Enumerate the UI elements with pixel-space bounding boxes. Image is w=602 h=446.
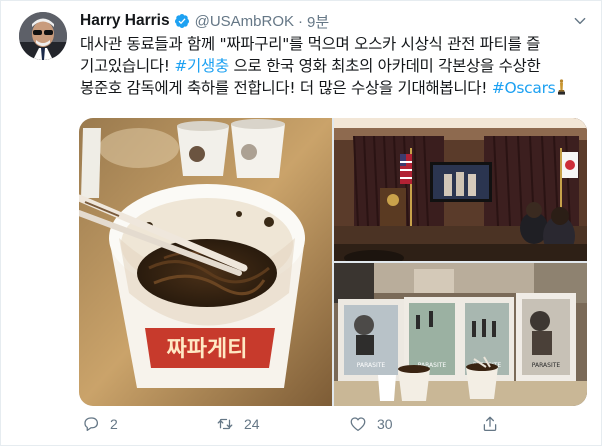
tweet-text-line-2: 기고있습니다! #기생충 으로 한국 영화 최초의 아카데미 각본상을 수상한 (80, 55, 588, 77)
share-icon (483, 416, 497, 432)
media-grid: 짜파게티 PARASITE PARASITE PARASITE (79, 118, 587, 406)
verified-badge-icon (174, 14, 189, 28)
oscar-statuette-icon (558, 79, 566, 95)
heart-icon (350, 417, 366, 432)
retweet-count: 24 (244, 416, 260, 432)
chevron-down-icon[interactable] (573, 14, 587, 28)
tweet-header: Harry Harris @USAmbROK · 9분 (80, 10, 329, 32)
reply-button[interactable]: 2 (82, 415, 118, 433)
tweet-text-segment: 기고있습니다! (80, 57, 175, 75)
like-button[interactable]: 30 (349, 415, 393, 433)
cup-label-text: 짜파게티 (167, 337, 248, 362)
hashtag-oscars-link[interactable]: #Oscars (492, 79, 556, 97)
retweet-button[interactable]: 24 (216, 415, 260, 433)
photo-jjapaguri-image: 짜파게티 (79, 118, 332, 406)
header-separator: · (298, 12, 304, 30)
photo-embassy-image (334, 118, 587, 261)
hashtag-parasite-link[interactable]: #기생충 (174, 57, 229, 75)
tweet-actions: 2 24 30 (79, 415, 579, 439)
reply-icon (84, 417, 99, 432)
photo-parasite-posters[interactable]: PARASITE PARASITE PARASITE PARASITE (334, 263, 587, 406)
poster-title-text: PARASITE (357, 362, 386, 369)
tweet-text-segment: 봉준호 감독에게 축하를 전합니다! 더 많은 수상을 기대해봅니다! (80, 79, 492, 97)
photo-posters-image: PARASITE PARASITE PARASITE PARASITE (334, 263, 587, 406)
tweet-text-segment: 대사관 동료들과 함께 "짜파구리"를 먹으며 오스카 시상식 관전 파티를 즐 (80, 35, 541, 53)
tweet-timestamp[interactable]: 9분 (307, 11, 329, 32)
author-handle[interactable]: @USAmbROK (195, 13, 294, 30)
poster-title-text: PARASITE (532, 362, 561, 369)
share-button[interactable] (481, 415, 499, 433)
photo-jjapaguri-cup[interactable]: 짜파게티 (79, 118, 332, 406)
reply-count: 2 (110, 416, 118, 432)
tweet-text-line-3: 봉준호 감독에게 축하를 전합니다! 더 많은 수상을 기대해봅니다! #Osc… (80, 77, 588, 99)
tweet-text-line-1: 대사관 동료들과 함께 "짜파구리"를 먹으며 오스카 시상식 관전 파티를 즐 (80, 33, 588, 55)
avatar[interactable] (19, 12, 67, 60)
tweet-text-segment: 으로 한국 영화 최초의 아카데미 각본상을 수상한 (228, 57, 541, 75)
retweet-icon (217, 418, 233, 430)
avatar-image (19, 12, 67, 60)
author-name[interactable]: Harry Harris (80, 12, 170, 30)
tweet-text: 대사관 동료들과 함께 "짜파구리"를 먹으며 오스카 시상식 관전 파티를 즐… (80, 33, 588, 99)
like-count: 30 (377, 416, 393, 432)
photo-embassy-viewing[interactable] (334, 118, 587, 261)
tweet-card[interactable]: Harry Harris @USAmbROK · 9분 대사관 동료들과 함께 … (0, 0, 602, 446)
